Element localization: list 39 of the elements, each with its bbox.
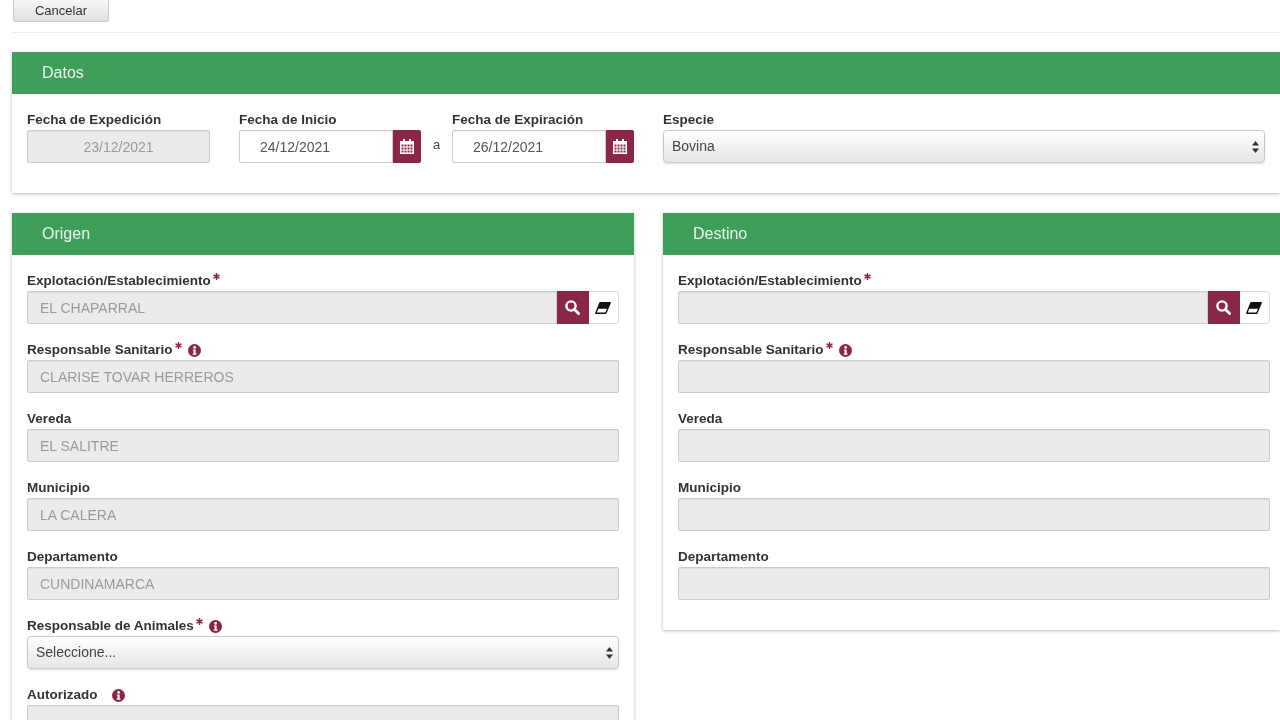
sort-caret-icon: [1252, 140, 1259, 153]
search-icon: [565, 300, 581, 315]
search-icon: [1216, 300, 1232, 315]
eraser-icon: [1246, 301, 1263, 314]
clear-button[interactable]: [1239, 291, 1270, 324]
field-label: Municipio: [678, 479, 741, 497]
species-select[interactable]: Bovina: [663, 130, 1265, 163]
cancel-button[interactable]: Cancelar: [13, 0, 109, 22]
field-label: Fecha de Expiración: [452, 111, 584, 129]
field-label: Vereda: [27, 410, 72, 428]
field-label: Responsable Sanitario: [678, 341, 824, 359]
field-label: Especie: [663, 111, 715, 129]
clear-button[interactable]: [588, 291, 619, 324]
panel-title: Origen: [42, 224, 91, 244]
field-label: Explotación/Establecimiento: [678, 272, 862, 290]
date-field[interactable]: 26/12/2021: [452, 130, 607, 163]
panel-title: Datos: [42, 63, 84, 83]
search-button[interactable]: [1207, 291, 1240, 324]
eraser-icon: [595, 301, 612, 314]
field-label: Municipio: [27, 479, 90, 497]
range-separator-text: a: [432, 136, 441, 153]
dropdown-select[interactable]: Seleccione...: [27, 636, 619, 669]
calendar-button[interactable]: [606, 130, 634, 163]
field-label: Responsable de Animales: [27, 617, 194, 635]
calendar-icon: [400, 139, 415, 154]
calendar-button[interactable]: [393, 130, 421, 163]
field-label: Departamento: [27, 548, 118, 566]
search-button[interactable]: [556, 291, 589, 324]
field-label: Autorizado: [27, 686, 98, 704]
field-label: Fecha de Expedición: [27, 111, 162, 129]
panel-title: Destino: [693, 224, 748, 244]
field-label: Departamento: [678, 548, 769, 566]
date-field[interactable]: 24/12/2021: [239, 130, 394, 163]
field-label: Fecha de Inicio: [239, 111, 337, 129]
calendar-icon: [613, 139, 628, 154]
field-label: Responsable Sanitario: [27, 341, 173, 359]
field-label: Explotación/Establecimiento: [27, 272, 211, 290]
field-label: Vereda: [678, 410, 723, 428]
sort-caret-icon: [606, 646, 613, 659]
